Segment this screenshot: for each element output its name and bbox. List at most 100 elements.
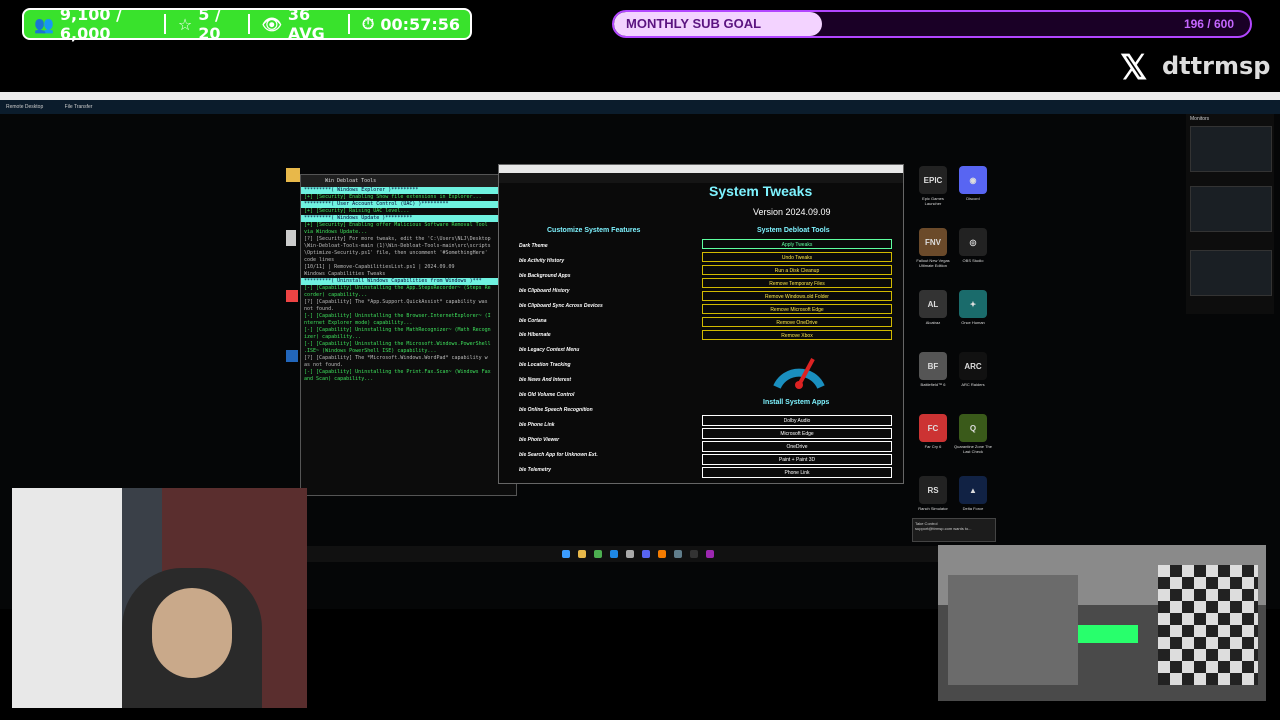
- app-icon: ◎: [959, 228, 987, 256]
- room-camera: [938, 545, 1266, 701]
- feature-toggle[interactable]: ble Old Volume Control: [519, 392, 574, 398]
- desktop-shortcut[interactable]: BF Battlefield™ 6: [914, 352, 952, 387]
- debloat-button[interactable]: Remove Temporary Files: [702, 278, 892, 288]
- feature-toggle[interactable]: ble Activity History: [519, 258, 564, 264]
- debloat-button[interactable]: Run a Disk Cleanup: [702, 265, 892, 275]
- terminal-line: as not found.: [304, 362, 344, 368]
- feature-toggle[interactable]: ble Photo Viewer: [519, 437, 559, 443]
- terminal-line: Windows Capabilities Tweaks: [304, 271, 386, 277]
- settings-icon[interactable]: [626, 550, 634, 558]
- desktop-shortcut[interactable]: RS Ranch Simulator: [914, 476, 952, 511]
- shelves: [948, 575, 1078, 685]
- monitor-thumbnail[interactable]: [1190, 126, 1272, 172]
- desktop-shortcut[interactable]: FNV Fallout New Vegas Ultimate Edition: [914, 228, 952, 268]
- desktop-shortcut[interactable]: ✦ Once Human: [954, 290, 992, 325]
- social-handle: dttrmsp: [1162, 52, 1271, 80]
- file-icon[interactable]: [286, 230, 296, 246]
- app-icon: Q: [959, 414, 987, 442]
- app-icon: AL: [919, 290, 947, 318]
- feature-toggle[interactable]: ble Telemetry: [519, 467, 551, 473]
- streamer-webcam: [12, 488, 307, 708]
- install-button[interactable]: OneDrive: [702, 441, 892, 452]
- desktop-shortcut[interactable]: EPIC Epic Games Launcher: [914, 166, 952, 206]
- tab-file-transfer[interactable]: File Transfer: [65, 104, 93, 110]
- terminal-line: izer) capability...: [304, 334, 362, 340]
- app-icon[interactable]: [674, 550, 682, 558]
- tweaks-version: Version 2024.09.09: [753, 207, 831, 217]
- terminal-icon[interactable]: [690, 550, 698, 558]
- x-logo-icon: 𝕏: [1120, 49, 1148, 87]
- tab-remote-desktop[interactable]: Remote Desktop: [6, 104, 43, 110]
- terminal-output: *********( Windows Explorer )********* [+…: [301, 187, 516, 383]
- desktop-shortcut[interactable]: ◎ OBS Studio: [954, 228, 992, 263]
- shortcut-label: OBS Studio: [962, 258, 984, 263]
- face: [152, 588, 232, 678]
- eye-icon: 👁: [261, 14, 282, 34]
- desktop-shortcut[interactable]: ◉ Discord: [954, 166, 992, 201]
- monitor-thumbnail[interactable]: [1190, 250, 1272, 296]
- system-tweaks-window[interactable]: System Tweaks Version 2024.09.09 Customi…: [498, 164, 904, 484]
- folder-icon[interactable]: [286, 168, 300, 182]
- feature-toggle[interactable]: ble Search App for Unknown Ext.: [519, 452, 598, 458]
- app-icon[interactable]: [706, 550, 714, 558]
- feature-toggle[interactable]: ble Clipboard History: [519, 288, 570, 294]
- feature-toggle[interactable]: Dark Theme: [519, 243, 548, 249]
- tweaks-title-bar[interactable]: [499, 165, 903, 173]
- sub-goal-label: MONTHLY SUB GOAL: [626, 16, 762, 31]
- divider: [348, 14, 350, 34]
- debloat-button[interactable]: Apply Tweaks: [702, 239, 892, 249]
- app-icon[interactable]: [610, 550, 618, 558]
- discord-icon[interactable]: [642, 550, 650, 558]
- debloat-button[interactable]: Remove Xbox: [702, 330, 892, 340]
- rating-stat: ☆ 5 / 20: [178, 5, 236, 43]
- feature-toggle[interactable]: ble Legacy Context Menu: [519, 347, 579, 353]
- app-icon: ARC: [959, 352, 987, 380]
- start-icon[interactable]: [562, 550, 570, 558]
- feature-toggle[interactable]: ble Phone Link: [519, 422, 555, 428]
- app-icon: FNV: [919, 228, 947, 256]
- desktop-shortcut[interactable]: AL Alcatraz: [914, 290, 952, 325]
- install-button[interactable]: Paint + Paint 3D: [702, 454, 892, 465]
- terminal-line: [-] [Capability] Uninstalling the MathRe…: [304, 327, 491, 333]
- install-button[interactable]: Dolby Audio: [702, 415, 892, 426]
- feature-toggle[interactable]: ble Location Tracking: [519, 362, 571, 368]
- app-icon: ◉: [959, 166, 987, 194]
- terminal-window[interactable]: Win Debloat Tools *********( Windows Exp…: [300, 174, 517, 496]
- chrome-icon[interactable]: [594, 550, 602, 558]
- monitors-label: Monitors: [1190, 116, 1210, 122]
- debloat-button[interactable]: Remove Microsoft Edge: [702, 304, 892, 314]
- sub-goal-bar: MONTHLY SUB GOAL 196 / 600: [612, 10, 1252, 38]
- install-button[interactable]: Phone Link: [702, 467, 892, 478]
- viewers-stat: 👁 36 AVG: [262, 5, 337, 43]
- terminal-tab[interactable]: Win Debloat Tools: [301, 175, 516, 187]
- app-icon[interactable]: [658, 550, 666, 558]
- debloat-button[interactable]: Remove Windows.old Folder: [702, 291, 892, 301]
- terminal-line: [-] [Capability] Uninstalling the Print.…: [304, 369, 491, 375]
- feature-toggle[interactable]: ble News And Interest: [519, 377, 571, 383]
- feature-toggle[interactable]: ble Clipboard Sync Across Devices: [519, 303, 603, 309]
- install-button[interactable]: Microsoft Edge: [702, 428, 892, 439]
- customize-heading: Customize System Features: [547, 227, 641, 234]
- feature-toggle[interactable]: ble Hibernate: [519, 332, 551, 338]
- rating-value: 5 / 20: [198, 5, 221, 43]
- notification-toast[interactable]: Take Control support@ttrmsp.com wants to…: [912, 518, 996, 542]
- install-heading: Install System Apps: [763, 399, 830, 406]
- feature-toggle[interactable]: ble Background Apps: [519, 273, 571, 279]
- feature-toggle[interactable]: ble Cortana: [519, 318, 547, 324]
- terminal-line: [?] [Security] For more tweaks, edit the…: [304, 236, 491, 242]
- desktop-shortcut[interactable]: FC Far Cry 6: [914, 414, 952, 449]
- debloat-button[interactable]: Remove OneDrive: [702, 317, 892, 327]
- debloat-button[interactable]: Undo Tweaks: [702, 252, 892, 262]
- shortcut-label: Delta Force: [962, 506, 984, 511]
- clock-icon: ⏱: [361, 14, 375, 33]
- remote-title-bar: [0, 92, 1280, 100]
- desktop-shortcut[interactable]: ARC ARC Raiders: [954, 352, 992, 387]
- explorer-icon[interactable]: [578, 550, 586, 558]
- desktop-shortcut[interactable]: ▲ Delta Force: [954, 476, 992, 511]
- followers-value: 9,100 / 6,000: [59, 5, 122, 43]
- monitor-thumbnail[interactable]: [1190, 186, 1272, 232]
- feature-toggle[interactable]: ble Online Speech Recognition: [519, 407, 593, 413]
- app-icon[interactable]: [286, 290, 298, 302]
- desktop-shortcut[interactable]: Q Quarantine Zone The Last Check: [954, 414, 992, 454]
- app-icon[interactable]: [286, 350, 298, 362]
